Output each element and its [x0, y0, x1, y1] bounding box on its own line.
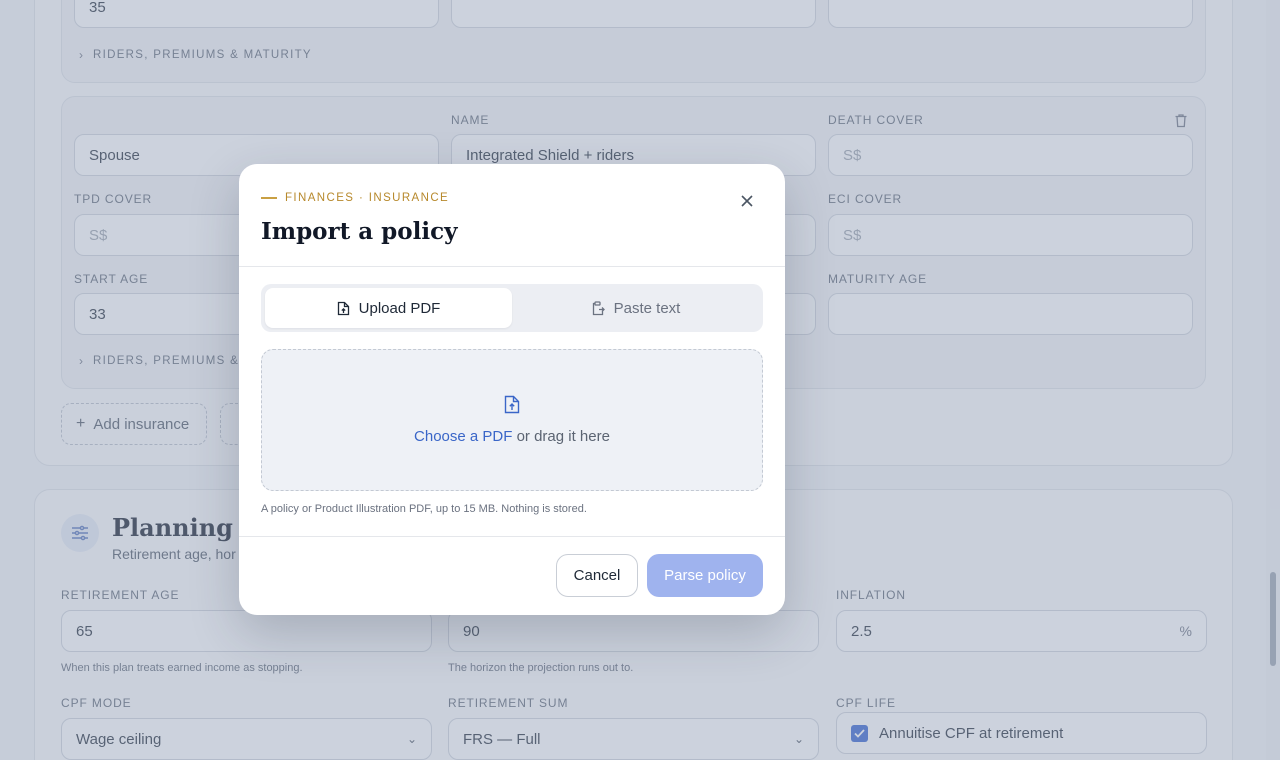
- pdf-dropzone[interactable]: Choose a PDF or drag it here: [261, 349, 763, 491]
- tab-paste-text[interactable]: Paste text: [512, 288, 759, 328]
- file-upload-icon: [337, 301, 349, 315]
- file-upload-icon: [504, 395, 520, 414]
- header-divider: [239, 266, 785, 267]
- dropzone-text: Choose a PDF or drag it here: [414, 428, 610, 445]
- dialog-title: Import a policy: [261, 218, 458, 245]
- footer-divider: [239, 536, 785, 537]
- cancel-button[interactable]: Cancel: [556, 554, 638, 597]
- parse-policy-button[interactable]: Parse policy: [647, 554, 763, 597]
- clipboard-paste-icon: [592, 300, 605, 315]
- tab-upload-pdf[interactable]: Upload PDF: [265, 288, 512, 328]
- import-mode-tabs: Upload PDF Paste text: [261, 284, 763, 332]
- import-policy-dialog: FINANCES · INSURANCE Import a policy Upl…: [239, 164, 785, 615]
- eyebrow-bar: [261, 197, 277, 199]
- close-icon[interactable]: [735, 189, 759, 213]
- choose-pdf-link[interactable]: Choose a PDF: [414, 428, 512, 445]
- upload-note: A policy or Product Illustration PDF, up…: [261, 503, 587, 515]
- dialog-eyebrow: FINANCES · INSURANCE: [261, 192, 449, 204]
